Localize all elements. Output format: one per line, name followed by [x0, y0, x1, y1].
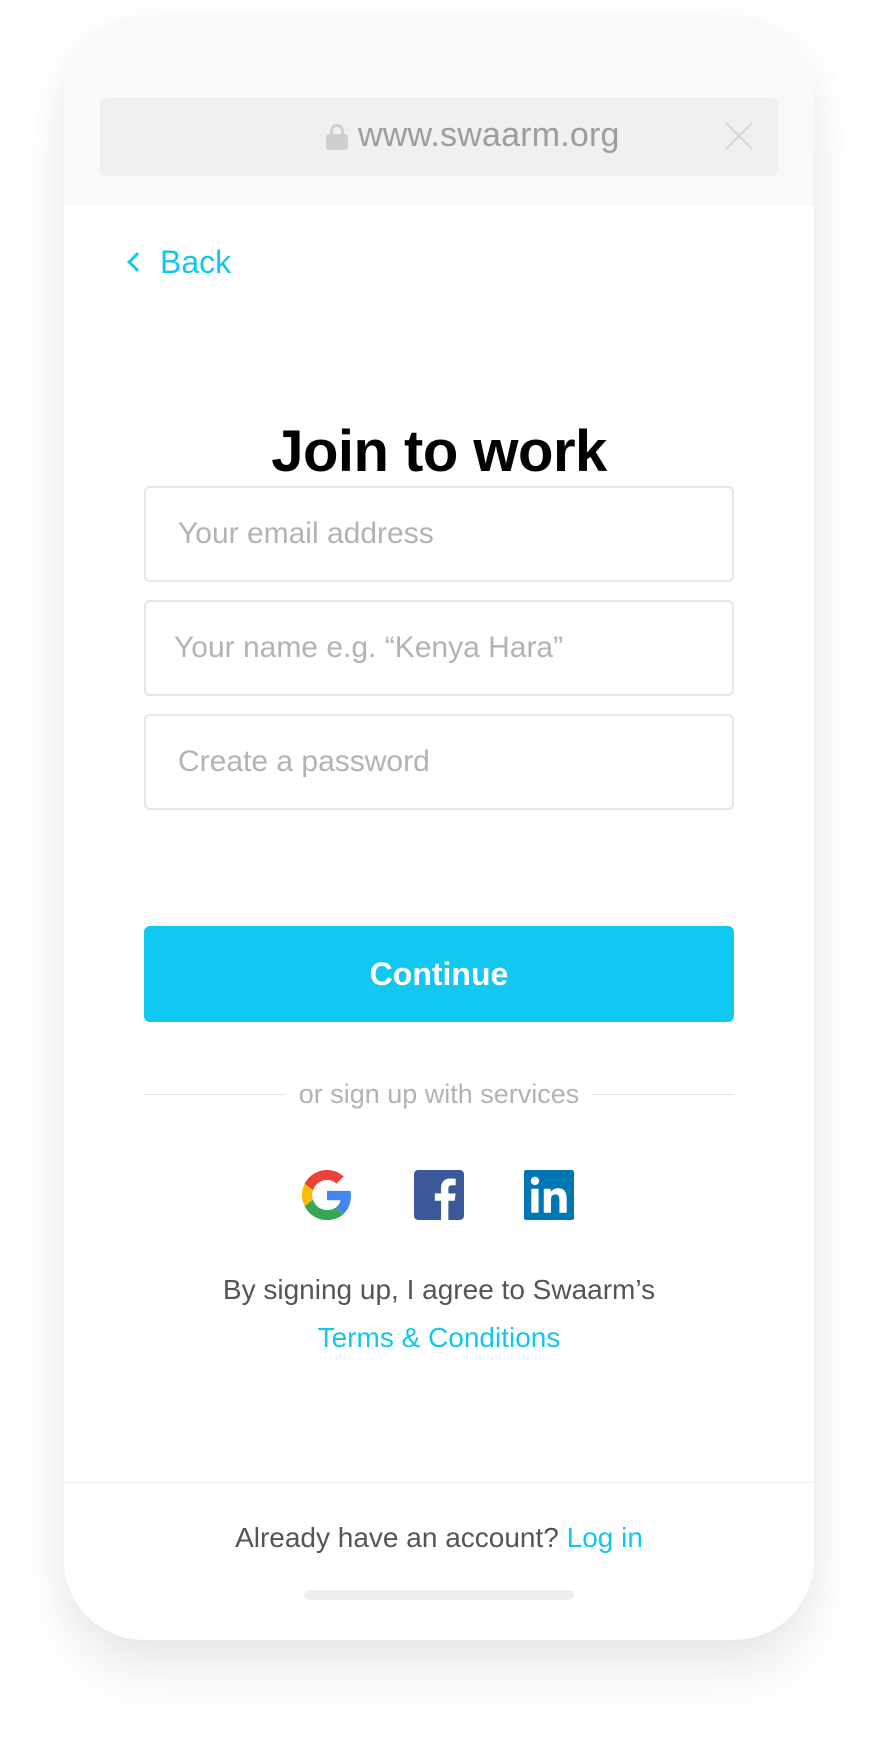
back-label: Back [160, 243, 232, 280]
login-link[interactable]: Log in [567, 1522, 643, 1553]
address-bar[interactable]: www.swaarm.org [100, 98, 778, 176]
divider-line-right [593, 1093, 734, 1095]
lock-icon [326, 124, 348, 150]
name-field[interactable] [146, 602, 732, 694]
terms-block: By signing up, I agree to Swaarm’s Terms… [64, 1266, 814, 1362]
terms-text: By signing up, I agree to Swaarm’s [222, 1274, 656, 1305]
phone-frame: www.swaarm.org Back Join to work Continu… [64, 16, 814, 1640]
url-text: www.swaarm.org [358, 116, 620, 154]
password-field[interactable] [146, 716, 732, 808]
login-question: Already have an account? [235, 1522, 567, 1553]
password-field-wrapper [144, 714, 734, 810]
linkedin-icon[interactable] [524, 1170, 574, 1220]
footer-divider [64, 1482, 814, 1483]
google-icon[interactable] [302, 1170, 352, 1220]
page-title: Join to work [271, 419, 607, 484]
divider-text: or sign up with services [298, 1078, 580, 1109]
close-icon[interactable] [724, 120, 754, 150]
services-divider: or sign up with services [144, 1074, 734, 1114]
terms-link[interactable]: Terms & Conditions [64, 1314, 814, 1362]
continue-button[interactable]: Continue [144, 926, 734, 1022]
login-row: Already have an account? Log in [64, 1522, 814, 1554]
facebook-icon[interactable] [414, 1170, 464, 1220]
back-button[interactable]: Back [126, 242, 231, 282]
name-field-wrapper [144, 600, 734, 696]
chevron-left-icon [127, 252, 147, 272]
browser-bar: www.swaarm.org [64, 16, 814, 206]
email-field-wrapper [144, 486, 734, 582]
home-indicator [304, 1590, 574, 1600]
divider-line-left [144, 1093, 285, 1095]
email-field[interactable] [146, 488, 732, 580]
